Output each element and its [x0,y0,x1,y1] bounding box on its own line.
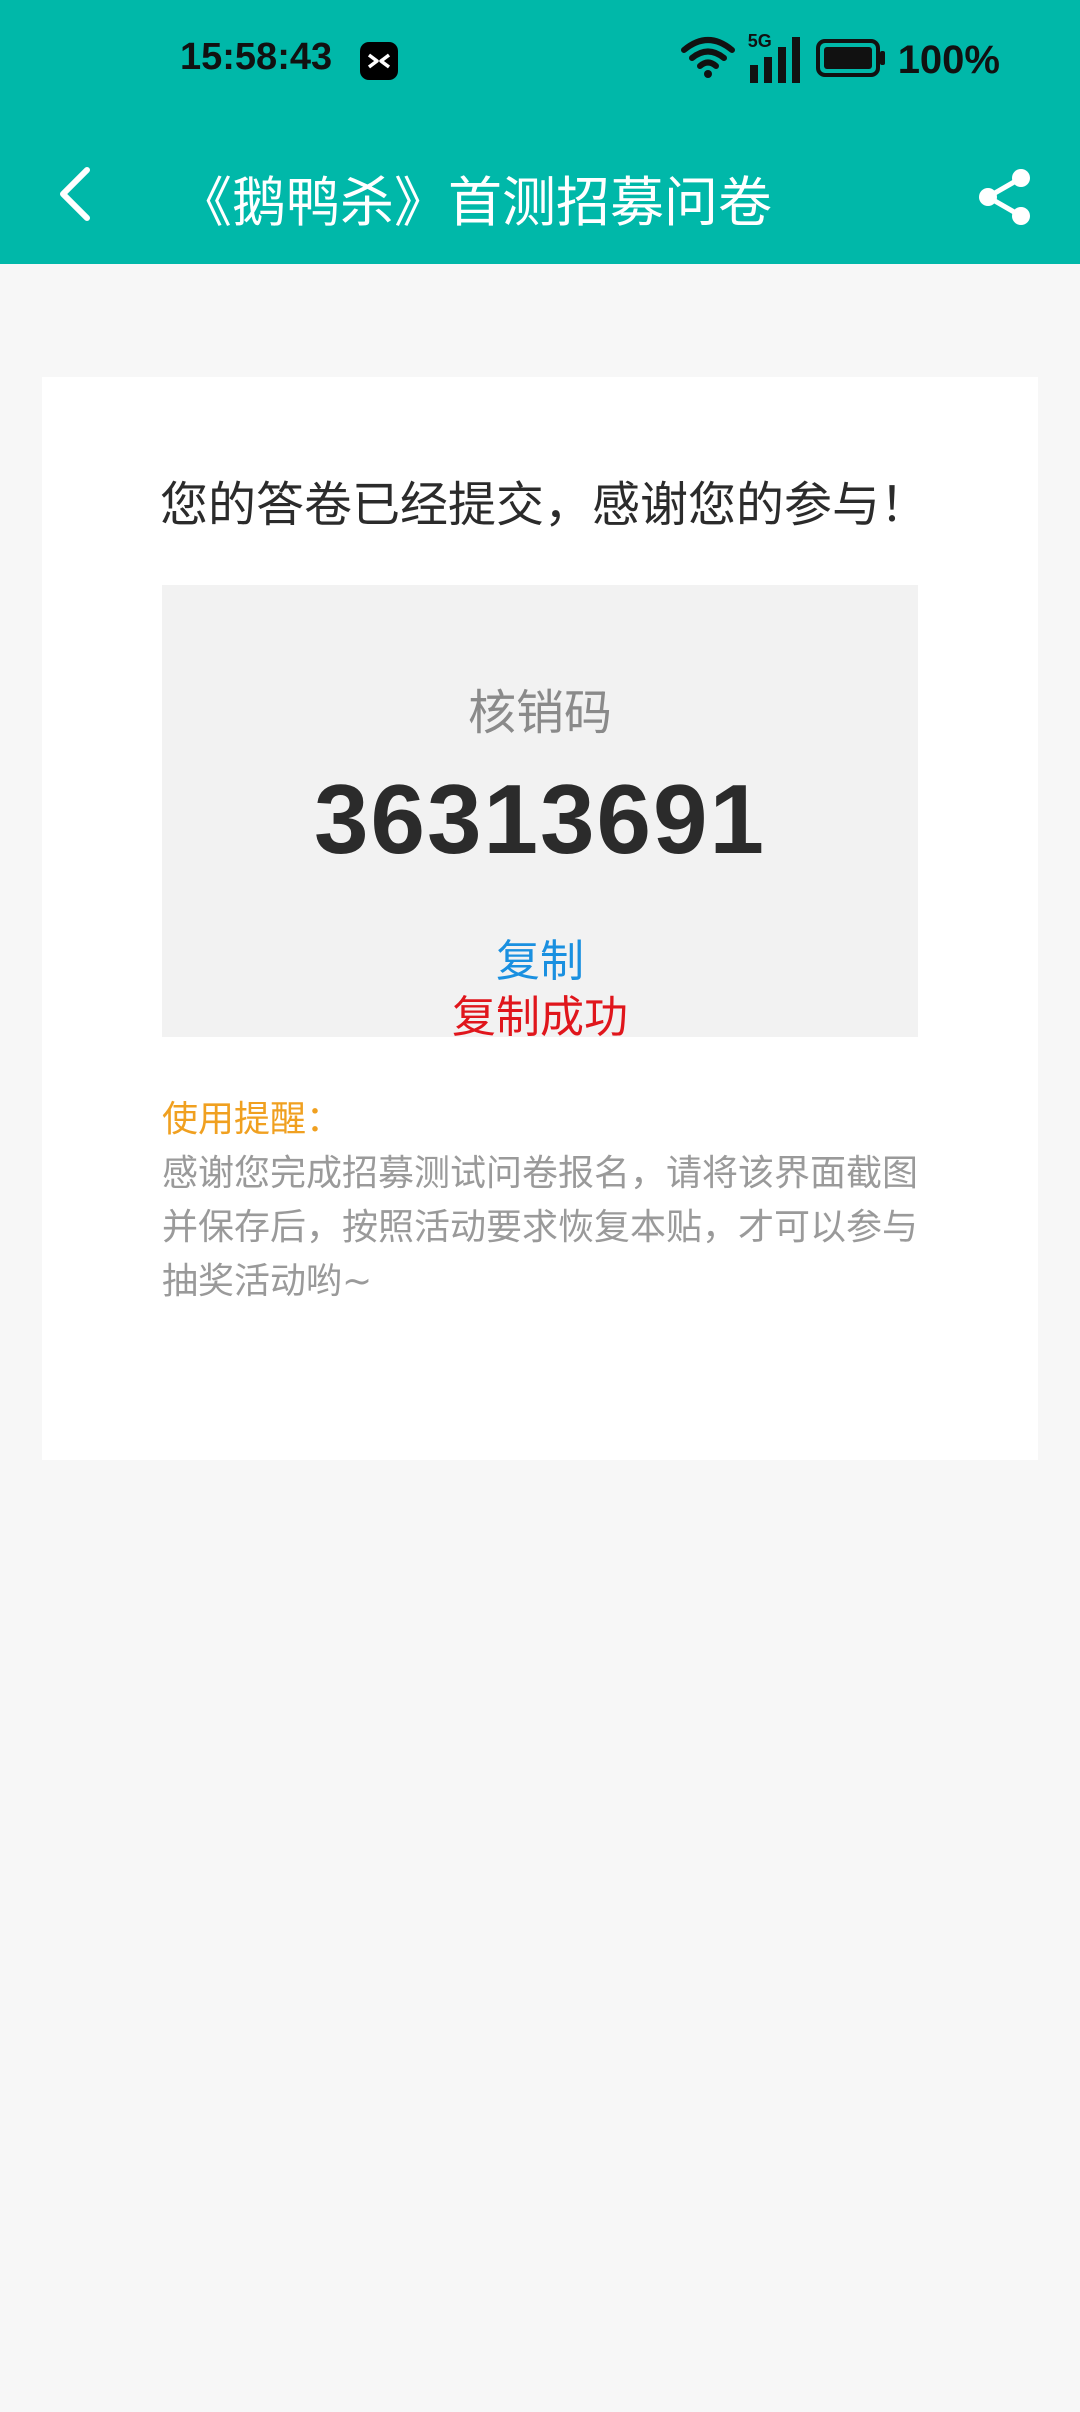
status-time: 15:58:43 [180,36,333,78]
signal-icon: 5G [748,31,804,85]
result-card: 您的答卷已经提交，感谢您的参与！ 核销码 36313691 复制 复制成功 使用… [42,377,1038,1460]
battery-percent: 100% [897,37,1000,82]
usage-tip-title: 使用提醒： [162,1099,343,1140]
copy-success-message: 复制成功 [452,992,628,1043]
share-button[interactable] [970,162,1040,232]
code-label: 核销码 [467,685,612,741]
submission-message: 您的答卷已经提交，感谢您的参与！ [160,477,929,533]
back-button[interactable] [40,154,110,234]
status-bar: 15:58:43 5G 100% [0,0,1080,124]
wifi-icon [680,36,736,84]
share-icon [979,169,1030,225]
battery-icon [815,39,886,81]
redemption-code: 36313691 [313,764,767,874]
copy-button[interactable]: 复制 [162,925,918,989]
app-icon [360,42,398,80]
app-header: 15:58:43 5G 100% 《鹅鸭杀》首测招募问卷 [0,0,1080,264]
status-icons: 5G 100% [680,31,1000,88]
chevron-left-icon [60,167,90,221]
page-title: 《鹅鸭杀》首测招募问卷 [178,171,772,234]
redemption-code-box: 核销码 36313691 复制 复制成功 [162,585,918,1043]
nav-bar: 《鹅鸭杀》首测招募问卷 [0,124,1080,264]
usage-tip-text: 感谢您完成招募测试问卷报名，请将该界面截图并保存后，按照活动要求恢复本贴，才可以… [162,1153,919,1302]
